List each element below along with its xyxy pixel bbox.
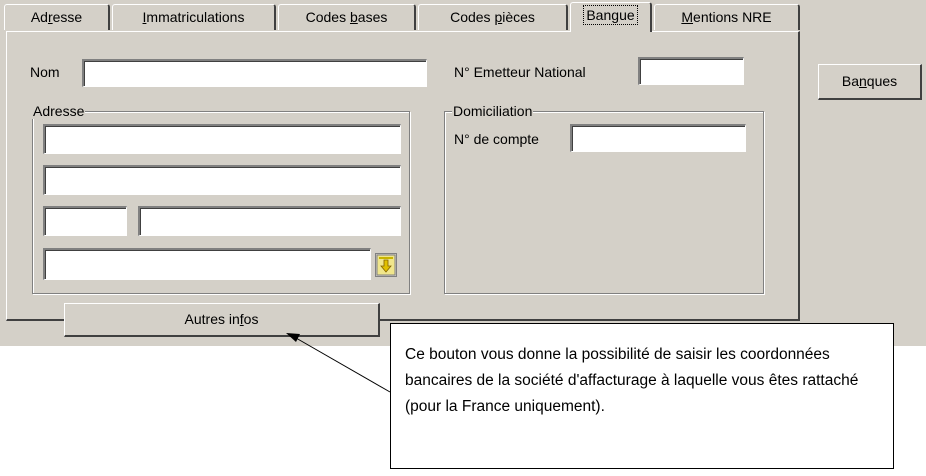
tab-focus: Bangue — [583, 5, 638, 25]
callout-box: Ce bouton vous donne la possibilité de s… — [390, 323, 894, 469]
tab-label: Ban — [586, 7, 612, 23]
callout-text: Ce bouton vous donne la possibilité de s… — [405, 346, 859, 415]
tab-label-key: g — [611, 7, 620, 23]
tab-banque[interactable]: Bangue — [570, 2, 652, 32]
tab-label: ue — [619, 7, 635, 23]
